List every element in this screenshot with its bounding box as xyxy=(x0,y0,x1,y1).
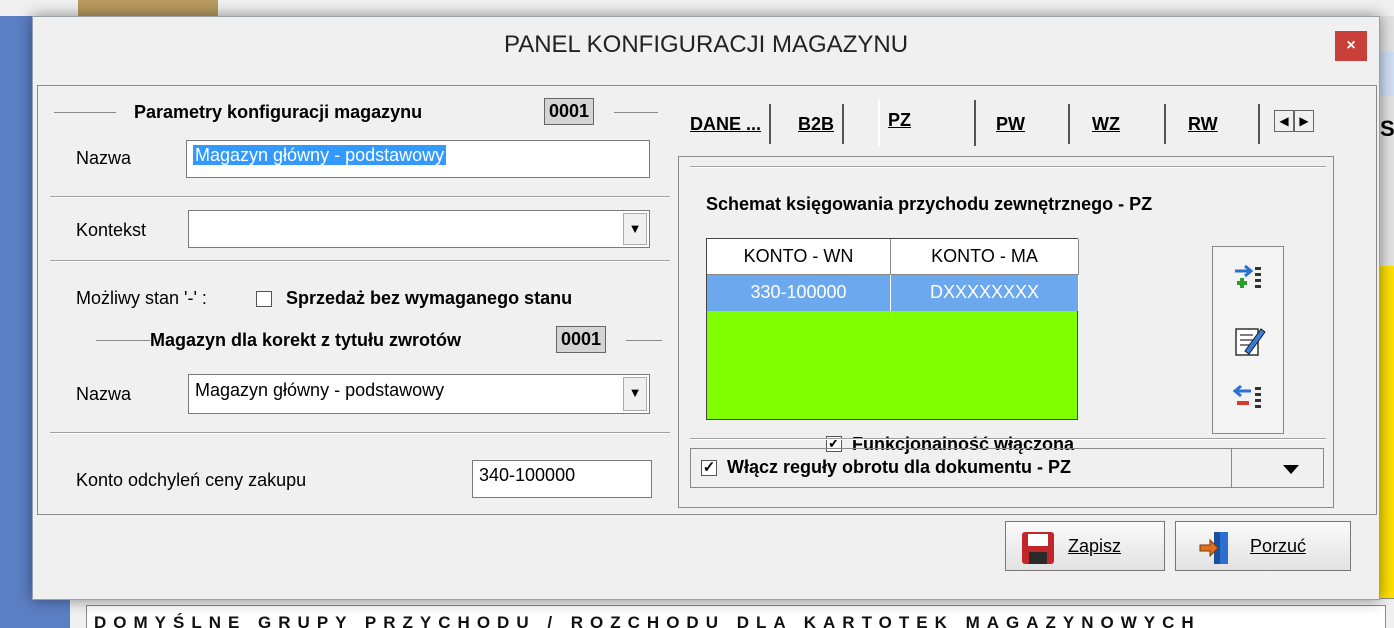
main-panel: Parametry konfiguracji magazynu 0001 Naz… xyxy=(37,85,1377,515)
sale-label: Sprzedaż bez wymaganego stanu xyxy=(286,288,573,308)
rules-bar[interactable]: ✓ Włącz reguły obrotu dla dokumentu - PZ xyxy=(690,448,1324,488)
chevron-down-icon[interactable]: ▼ xyxy=(623,213,647,245)
deviation-input[interactable]: 340-100000 xyxy=(472,460,652,498)
grid-header-wn[interactable]: KONTO - WN xyxy=(707,239,891,275)
warehouse-value: Magazyn główny - podstawowy xyxy=(195,380,445,400)
edit-icon[interactable] xyxy=(1231,323,1267,359)
group1-title: Parametry konfiguracji magazynu xyxy=(134,102,423,122)
floppy-disk-icon xyxy=(1022,532,1054,564)
scheme-title: Schemat księgowania przychodu zewnętrzne… xyxy=(706,194,1153,214)
tab-inner-divider-2 xyxy=(690,438,1326,440)
name-input[interactable]: Magazyn główny - podstawowy xyxy=(186,140,650,178)
group2-code: 0001 xyxy=(556,326,607,353)
background-side-char: S xyxy=(1380,116,1394,141)
tab-dane[interactable]: DANE ... xyxy=(682,104,772,144)
group2-line-left xyxy=(96,340,150,341)
grid-cell-ma[interactable]: DXXXXXXXX xyxy=(891,275,1079,311)
name-input-value: Magazyn główny - podstawowy xyxy=(193,145,447,165)
title-bar[interactable]: PANEL KONFIGURACJI MAGAZYNU × xyxy=(33,17,1379,73)
close-button[interactable]: × xyxy=(1335,31,1367,61)
rules-separator xyxy=(1231,449,1232,487)
tab-wz[interactable]: WZ xyxy=(1084,104,1166,144)
name-label: Nazwa xyxy=(76,148,132,168)
warehouse-combo[interactable]: Magazyn główny - podstawowy ▼ xyxy=(188,374,650,414)
cancel-button[interactable]: Porzuć xyxy=(1175,521,1351,571)
background-bottom-text: DOMYŚLNE GRUPY PRZYCHODU / ROZCHODU DLA … xyxy=(94,613,1201,628)
remove-row-icon[interactable] xyxy=(1231,383,1267,419)
background-bottom-bar: DOMYŚLNE GRUPY PRZYCHODU / ROZCHODU DLA … xyxy=(70,598,1394,628)
chevron-down-icon[interactable] xyxy=(1283,465,1299,474)
save-label: Zapisz xyxy=(1068,536,1122,556)
rules-label: Włącz reguły obrotu dla dokumentu - PZ xyxy=(727,457,1072,477)
group1-code: 0001 xyxy=(544,98,595,125)
stock-checkbox[interactable] xyxy=(256,291,272,307)
divider xyxy=(50,432,670,434)
tab-inner-divider xyxy=(690,166,1326,168)
config-dialog: PANEL KONFIGURACJI MAGAZYNU × Parametry … xyxy=(32,16,1380,600)
group1-line-right xyxy=(614,112,658,113)
rules-checkbox[interactable]: ✓ xyxy=(701,460,717,476)
divider xyxy=(50,260,670,262)
tab-pz[interactable]: PZ xyxy=(878,100,976,146)
context-combo[interactable]: ▼ xyxy=(188,210,650,248)
stock-label: Możliwy stan '-' : xyxy=(76,288,207,308)
exit-door-icon xyxy=(1199,532,1228,564)
context-label: Kontekst xyxy=(76,220,147,240)
group2-line-right xyxy=(626,340,662,341)
grid-header-ma[interactable]: KONTO - MA xyxy=(891,239,1079,275)
tab-rw[interactable]: RW xyxy=(1180,104,1260,144)
group2-title: Magazyn dla korekt z tytułu zwrotów xyxy=(150,330,462,350)
add-row-icon[interactable] xyxy=(1231,263,1267,299)
tab-prev-button[interactable]: ◀ xyxy=(1274,110,1294,132)
window-title: PANEL KONFIGURACJI MAGAZYNU xyxy=(503,31,909,58)
deviation-label: Konto odchyleń ceny zakupu xyxy=(76,470,307,490)
grid-cell-wn[interactable]: 330-100000 xyxy=(707,275,891,311)
divider xyxy=(50,196,670,198)
cancel-label: Porzuć xyxy=(1250,536,1307,556)
tab-pw[interactable]: PW xyxy=(988,104,1070,144)
group1-line-left xyxy=(54,112,116,113)
tab-next-button[interactable]: ▶ xyxy=(1294,110,1314,132)
posting-grid[interactable]: KONTO - WN KONTO - MA 330-100000 DXXXXXX… xyxy=(706,238,1079,420)
grid-toolbar xyxy=(1212,246,1284,434)
chevron-down-icon[interactable]: ▼ xyxy=(623,377,647,411)
name2-label: Nazwa xyxy=(76,384,132,404)
tab-b2b[interactable]: B2B xyxy=(790,104,845,144)
save-button[interactable]: Zapisz xyxy=(1005,521,1165,571)
